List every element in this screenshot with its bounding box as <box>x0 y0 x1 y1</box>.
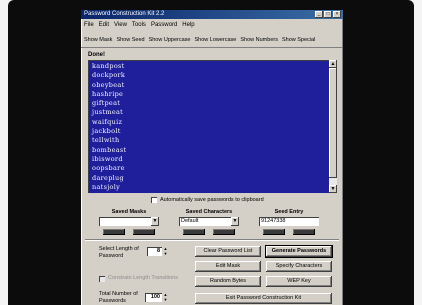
chevron-down-icon[interactable]: ▼ <box>231 217 239 226</box>
list-item[interactable]: ibisword <box>92 155 337 164</box>
constrain-label: Constrain Length Transitions <box>108 275 179 281</box>
generate-passwords-button[interactable]: Generate Passwords <box>265 245 333 258</box>
menu-view[interactable]: View <box>114 20 127 30</box>
masks-action-button[interactable] <box>133 229 155 235</box>
saved-masks-select[interactable]: ▼ <box>99 217 159 226</box>
list-item[interactable]: bombeast <box>92 146 337 155</box>
list-item[interactable]: tellwith <box>92 136 337 145</box>
spin-arrows-icon[interactable]: ▲ ▼ <box>162 246 169 256</box>
password-list[interactable]: kandpost dockpork obeybeat hashripe gift… <box>88 60 337 193</box>
characters-action-button[interactable] <box>183 229 205 235</box>
specify-characters-button[interactable]: Specify Characters <box>266 261 332 272</box>
toolbar: Show Mask Show Seed Show Uppercase Show … <box>81 32 343 48</box>
menu-tools[interactable]: Tools <box>132 20 146 30</box>
saved-masks-title: Saved Masks <box>111 209 147 215</box>
menu-bar: File Edit View Tools Password Help <box>81 20 343 30</box>
menu-help[interactable]: Help <box>182 20 194 30</box>
list-item[interactable]: jackbolt <box>92 127 337 136</box>
seed-entry-input[interactable]: 91247338 <box>259 217 319 226</box>
window-title: Password Construction Kit 2.2 <box>84 11 165 17</box>
constrain-checkbox <box>99 275 105 282</box>
random-bytes-button[interactable]: Random Bytes <box>195 276 261 287</box>
list-item[interactable]: oopsbare <box>92 164 337 173</box>
list-item[interactable]: dockpork <box>92 71 337 80</box>
seed-entry-value: 91247338 <box>261 218 286 224</box>
list-item[interactable]: justmeat <box>92 108 337 117</box>
characters-action-button[interactable] <box>213 229 235 235</box>
spin-arrows-icon[interactable]: ▲ ▼ <box>162 292 169 302</box>
scroll-down-icon[interactable]: ▼ <box>329 185 337 193</box>
autosave-option[interactable]: Automatically save passwords to clipboar… <box>151 197 264 203</box>
length-label: Select Length of Password <box>99 246 139 259</box>
exit-button[interactable]: Exit Password Construction Kit <box>195 293 332 304</box>
list-item[interactable]: natsjoly <box>92 183 337 192</box>
autosave-label: Automatically save passwords to clipboar… <box>160 197 264 203</box>
scroll-up-icon[interactable]: ▲ <box>329 60 337 68</box>
minimize-icon[interactable]: _ <box>315 11 323 18</box>
chevron-down-icon[interactable]: ▼ <box>151 217 159 226</box>
wep-key-button[interactable]: WEP Key <box>266 276 332 287</box>
menu-password[interactable]: Password <box>151 20 177 30</box>
show-seed-button[interactable]: Show Seed <box>116 32 144 47</box>
scroll-thumb[interactable] <box>329 68 337 178</box>
autosave-checkbox[interactable] <box>151 197 157 203</box>
constrain-option: Constrain Length Transitions <box>99 275 178 282</box>
divider <box>85 239 339 241</box>
title-bar: Password Construction Kit 2.2 _ □ × <box>81 10 343 19</box>
saved-characters-value: Default <box>181 218 199 224</box>
list-item[interactable]: waifquiz <box>92 118 337 127</box>
app-window: Password Construction Kit 2.2 _ □ × File… <box>81 10 343 305</box>
show-numbers-button[interactable]: Show Numbers <box>240 32 278 47</box>
saved-characters-title: Saved Characters <box>185 209 233 215</box>
show-special-button[interactable]: Show Special <box>282 32 315 47</box>
edit-mask-button[interactable]: Edit Mask <box>195 261 261 272</box>
list-item[interactable]: obeybeat <box>92 81 337 90</box>
list-item[interactable]: dareplug <box>92 174 337 183</box>
total-value: 100 <box>150 294 160 300</box>
show-mask-button[interactable]: Show Mask <box>84 32 112 47</box>
list-scrollbar[interactable]: ▲ ▼ <box>329 60 337 193</box>
close-icon[interactable]: × <box>333 11 341 18</box>
seed-action-button[interactable] <box>263 229 285 235</box>
show-uppercase-button[interactable]: Show Uppercase <box>149 32 191 47</box>
seed-action-button[interactable] <box>293 229 315 235</box>
show-lowercase-button[interactable]: Show Lowercase <box>194 32 236 47</box>
menu-edit[interactable]: Edit <box>99 20 109 30</box>
maximize-icon[interactable]: □ <box>324 11 332 18</box>
total-stepper[interactable]: 100 ▲ ▼ <box>145 292 169 302</box>
seed-entry-title: Seed Entry <box>274 209 304 215</box>
list-item[interactable]: giftpeat <box>92 99 337 108</box>
total-label: Total Number of Passwords <box>99 291 138 304</box>
list-item[interactable]: hashripe <box>92 90 337 99</box>
length-stepper[interactable]: 8 ▲ ▼ <box>147 246 169 256</box>
status-label: Done! <box>88 52 105 58</box>
menu-file[interactable]: File <box>84 20 94 30</box>
saved-characters-select[interactable]: Default ▼ <box>179 217 239 226</box>
clear-password-list-button[interactable]: Clear Password List <box>195 246 261 257</box>
list-item[interactable]: kandpost <box>92 62 337 71</box>
masks-action-button[interactable] <box>103 229 125 235</box>
length-value: 8 <box>156 248 160 254</box>
